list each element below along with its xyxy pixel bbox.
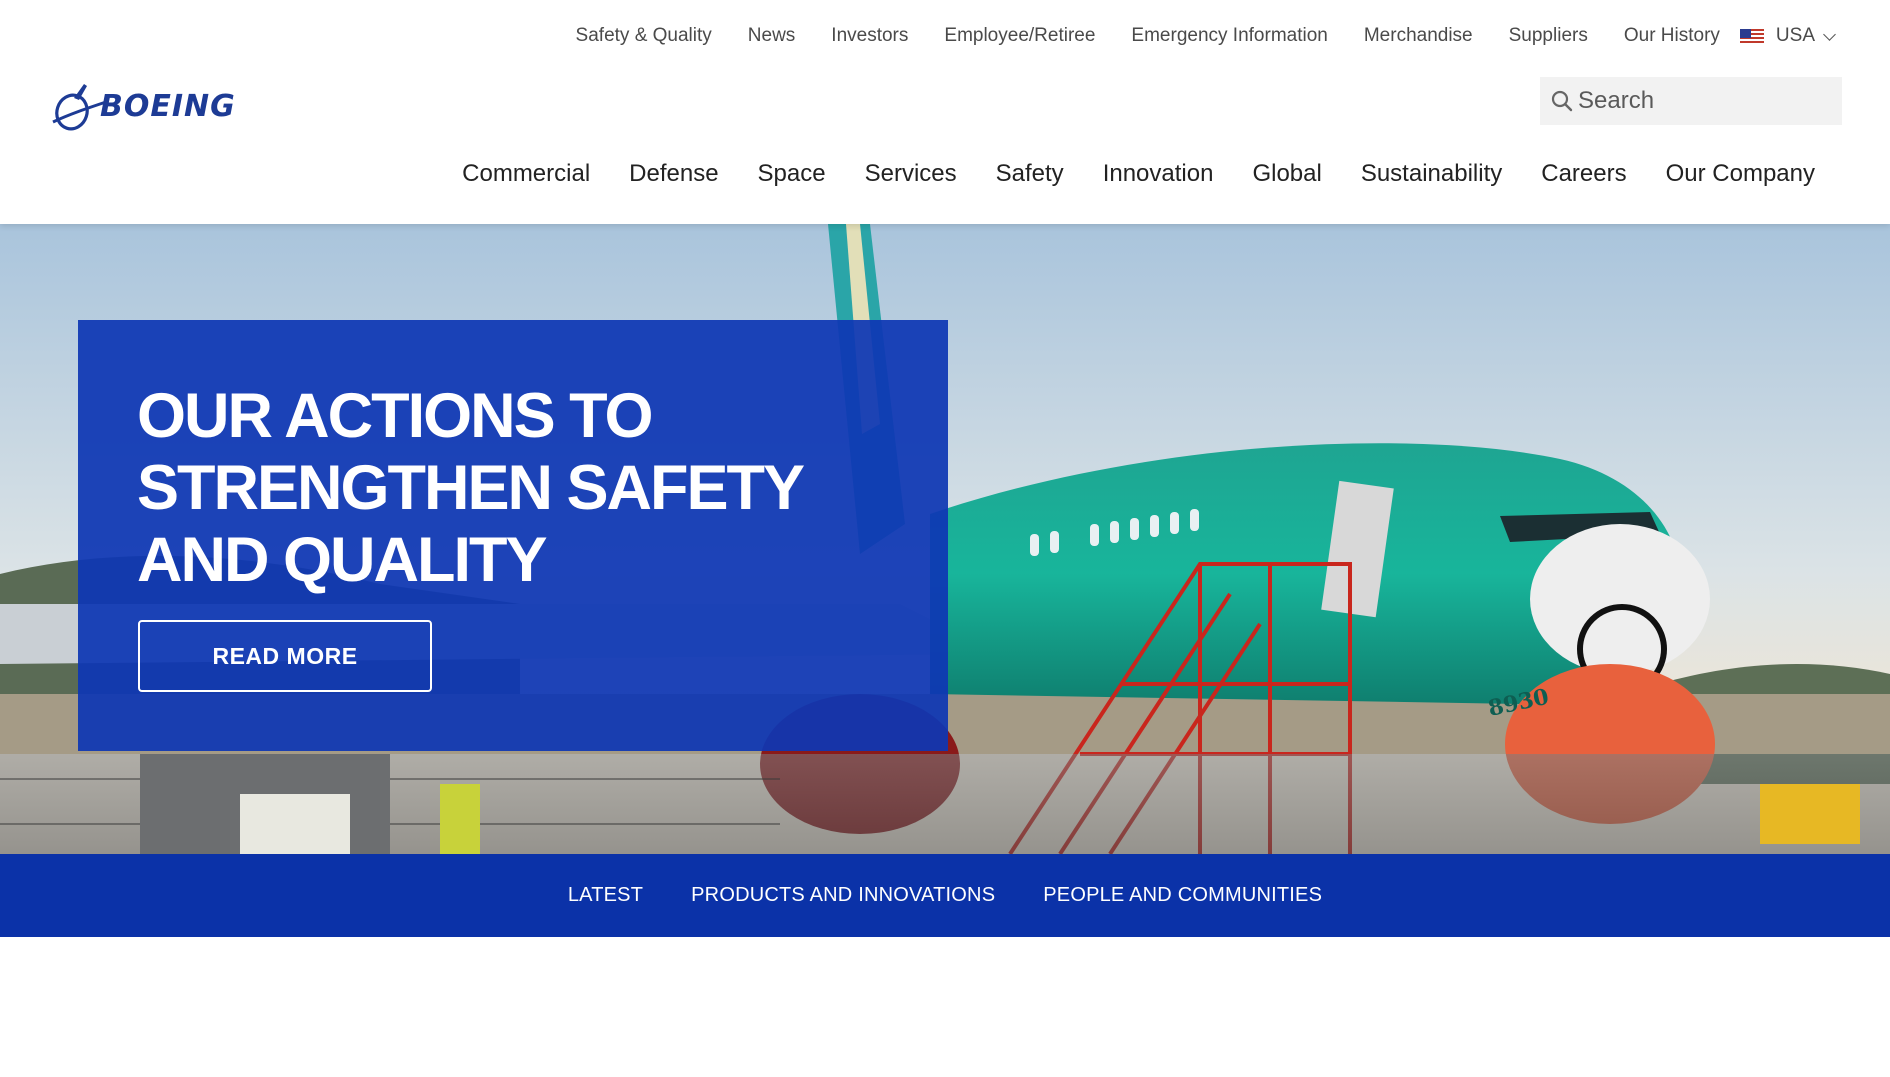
utility-link-safety-quality[interactable]: Safety & Quality	[576, 25, 712, 47]
hero-promo-card: OUR ACTIONS TO STRENGTHEN SAFETY AND QUA…	[78, 320, 948, 751]
tab-products-and-innovations[interactable]: PRODUCTS AND INNOVATIONS	[691, 884, 995, 907]
nav-item-innovation[interactable]: Innovation	[1103, 160, 1214, 188]
read-more-button[interactable]: READ MORE	[138, 620, 432, 692]
nav-item-careers[interactable]: Careers	[1541, 160, 1626, 188]
hero-headline: OUR ACTIONS TO STRENGTHEN SAFETY AND QUA…	[137, 381, 804, 595]
utility-link-suppliers[interactable]: Suppliers	[1509, 25, 1588, 47]
us-flag-icon	[1739, 28, 1764, 44]
chevron-down-icon	[1823, 27, 1836, 41]
search-box[interactable]	[1540, 77, 1842, 125]
utility-link-emergency-information[interactable]: Emergency Information	[1131, 25, 1327, 47]
locale-label: USA	[1775, 25, 1815, 46]
utility-link-employee-retiree[interactable]: Employee/Retiree	[944, 25, 1095, 47]
content-tab-bar: LATEST PRODUCTS AND INNOVATIONS PEOPLE A…	[0, 854, 1890, 937]
utility-link-investors[interactable]: Investors	[831, 25, 908, 47]
site-header: Safety & Quality News Investors Employee…	[0, 0, 1890, 224]
utility-link-merchandise[interactable]: Merchandise	[1364, 25, 1473, 47]
hero-banner: 8930 OUR ACTIONS TO STRENGTHEN SAFETY AN…	[0, 224, 1890, 854]
nav-item-services[interactable]: Services	[865, 160, 957, 188]
nav-item-commercial[interactable]: Commercial	[462, 160, 590, 188]
utility-nav: Safety & Quality News Investors Employee…	[576, 25, 1836, 47]
nav-item-our-company[interactable]: Our Company	[1666, 160, 1815, 188]
utility-link-news[interactable]: News	[748, 25, 796, 47]
nav-item-safety[interactable]: Safety	[996, 160, 1064, 188]
nav-item-defense[interactable]: Defense	[629, 160, 718, 188]
tab-people-and-communities[interactable]: PEOPLE AND COMMUNITIES	[1043, 884, 1322, 907]
brand-wordmark: BOEING	[100, 88, 236, 124]
nav-item-space[interactable]: Space	[758, 160, 826, 188]
search-input[interactable]	[1578, 87, 1828, 115]
nav-item-global[interactable]: Global	[1252, 160, 1321, 188]
locale-selector[interactable]: USA	[1739, 25, 1836, 47]
main-nav: Commercial Defense Space Services Safety…	[462, 160, 1815, 188]
nav-item-sustainability[interactable]: Sustainability	[1361, 160, 1502, 188]
tab-latest[interactable]: LATEST	[568, 884, 643, 907]
search-icon	[1551, 90, 1573, 112]
content-section	[0, 937, 1890, 1077]
utility-link-our-history[interactable]: Our History	[1624, 25, 1720, 47]
boeing-logo-link[interactable]: BOEING	[50, 78, 236, 134]
